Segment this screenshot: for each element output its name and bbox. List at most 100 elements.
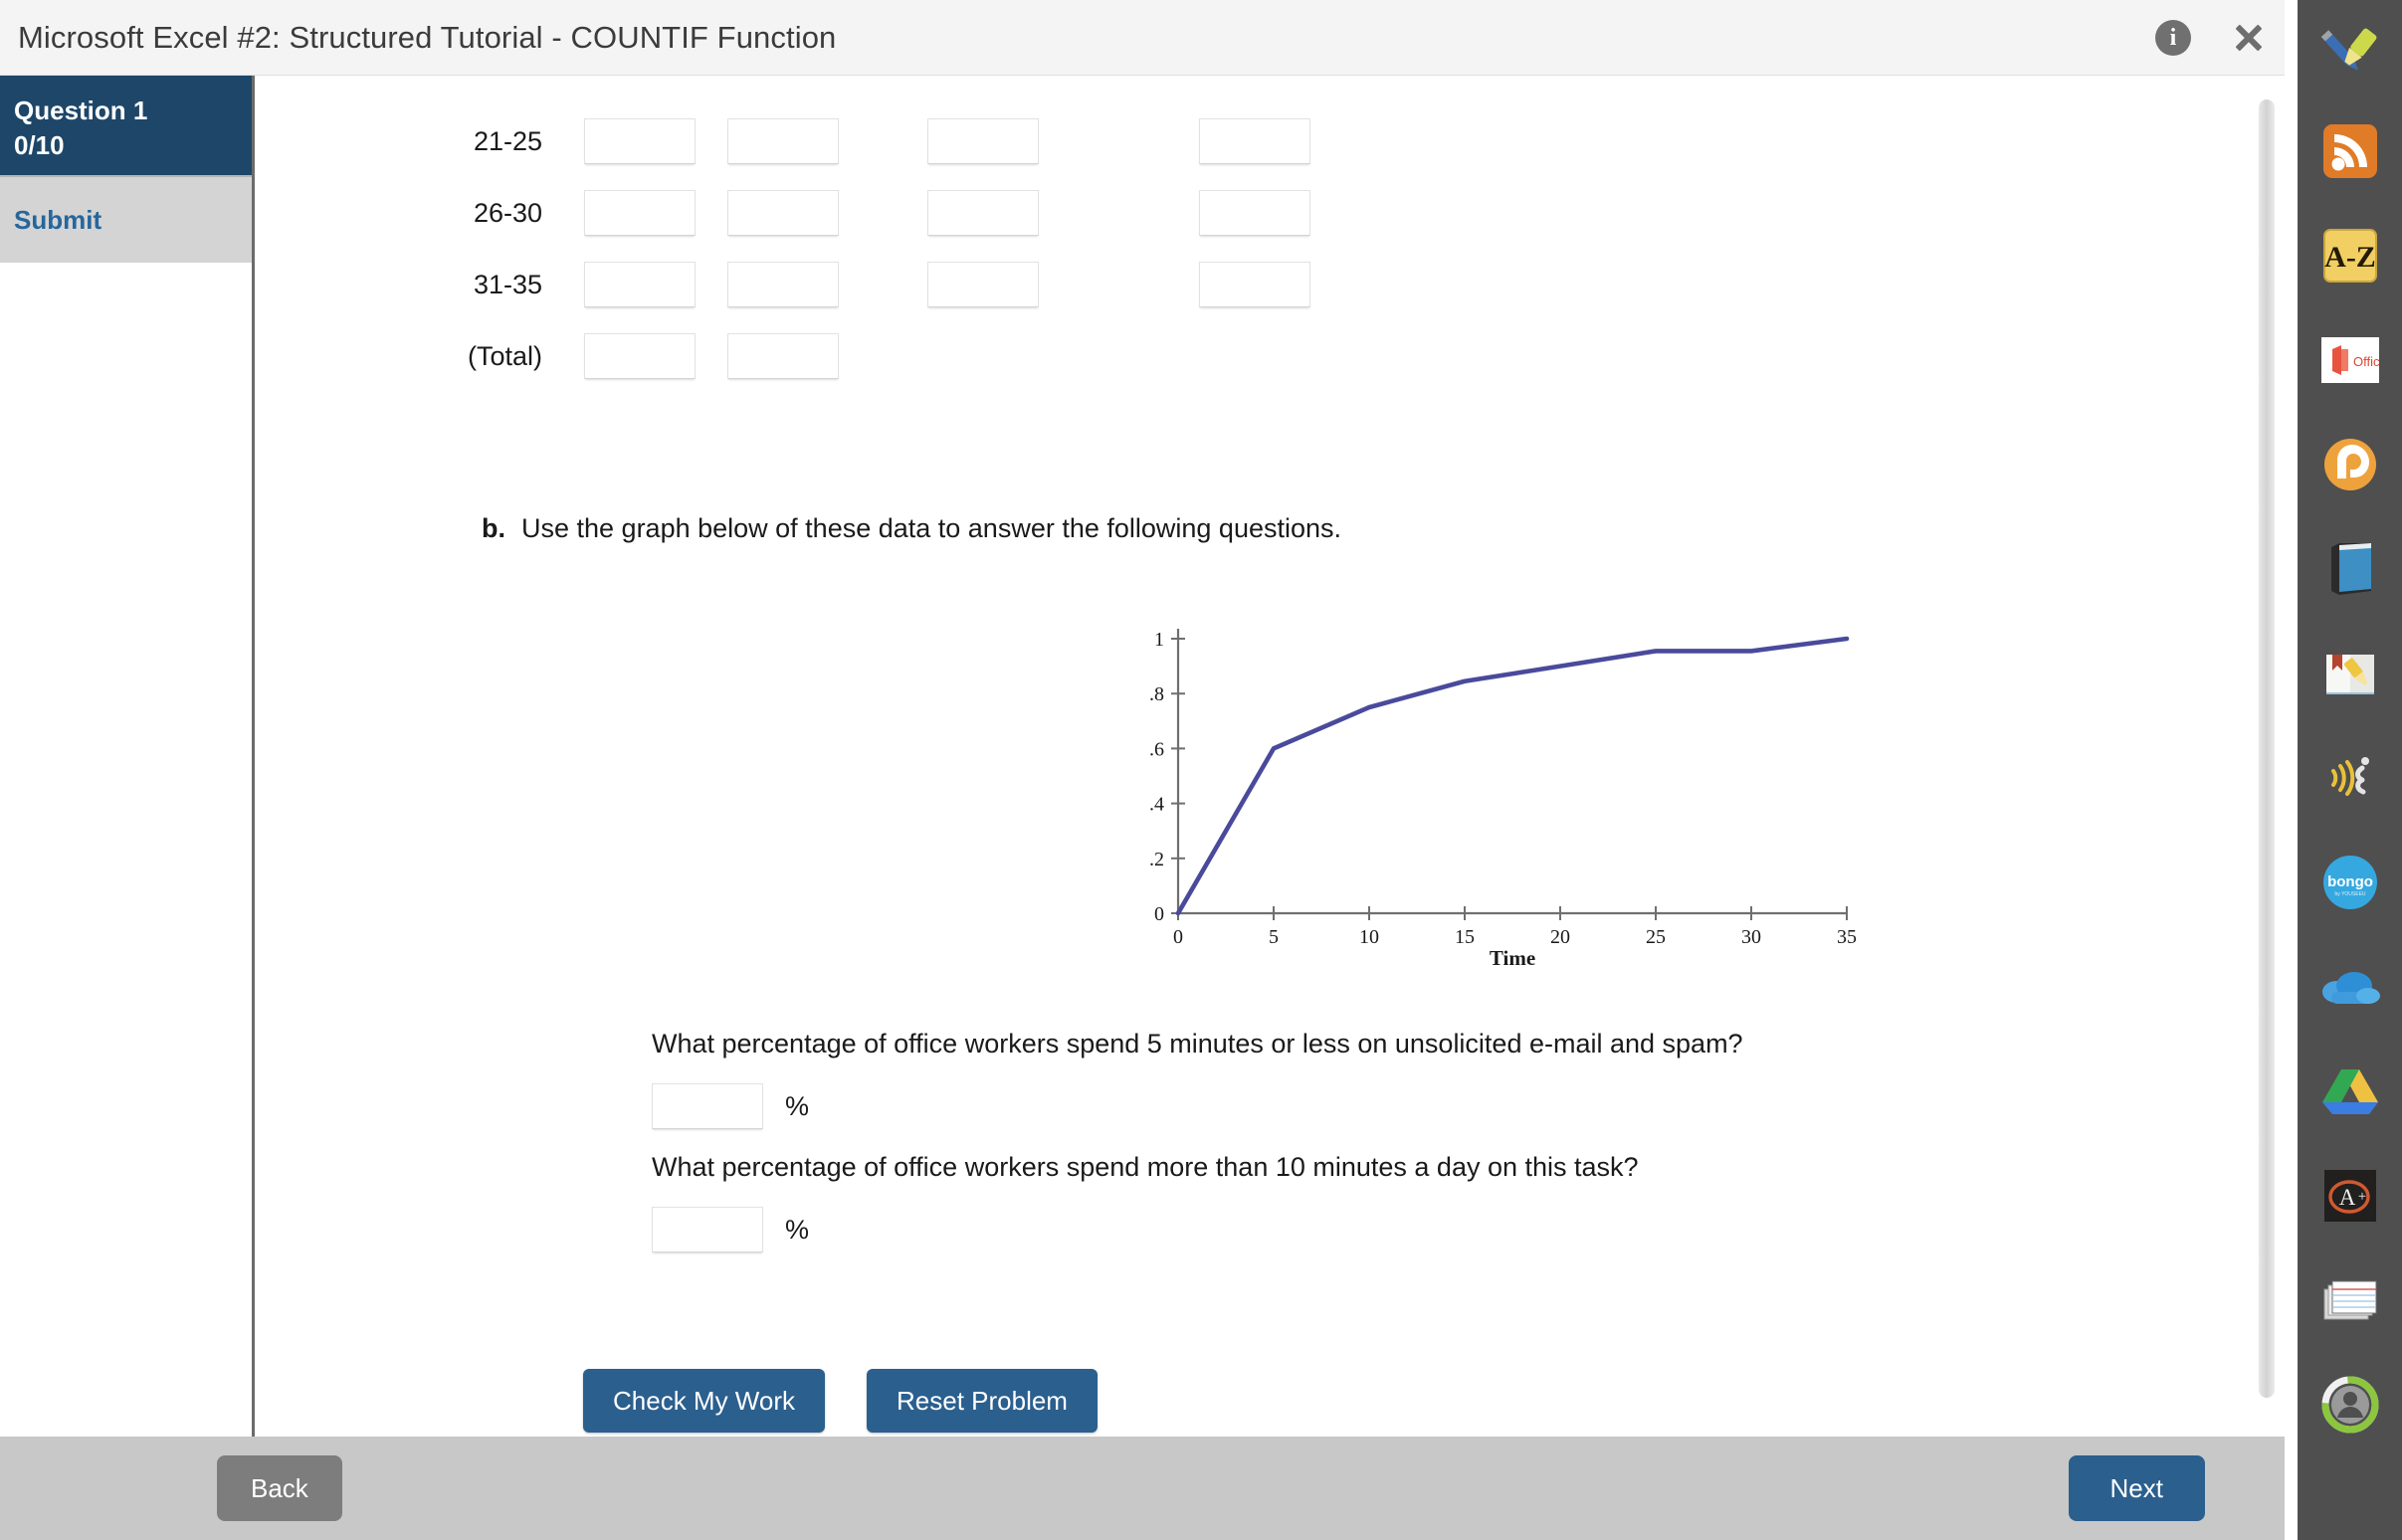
table-input[interactable] [584,190,696,236]
table-input[interactable] [927,118,1039,164]
table-cell [927,118,1039,164]
microsoft-office-icon[interactable]: Office [2317,327,2383,393]
window-body: Question 1 0/10 Submit 21-25 26-30 31-35… [0,76,2285,1437]
table-input[interactable] [727,262,839,307]
user-profile-icon[interactable] [2317,1372,2383,1438]
info-icon[interactable]: i [2155,20,2191,56]
table-input[interactable] [1199,262,1310,307]
table-cell [584,118,696,164]
chart-line-series [1175,636,1850,916]
svg-text:+: + [2357,1189,2365,1205]
frequency-table: 21-25 26-30 31-35 (Total) [409,105,1310,392]
table-cell [584,262,696,307]
x-tick-label: 10 [1359,926,1379,948]
table-input[interactable] [727,190,839,236]
table-row-total: (Total) [409,320,1310,392]
question-score: 0/10 [14,130,65,161]
orange-circle-app-icon[interactable] [2317,432,2383,497]
question-sidebar: Question 1 0/10 Submit [0,76,255,1437]
x-tick-label: 20 [1550,926,1570,948]
a-z-dictionary-icon[interactable]: A-Z [2317,223,2383,289]
x-tick-label: 0 [1173,926,1183,948]
blue-book-icon[interactable] [2317,536,2383,602]
cumulative-frequency-chart: 0 5 10 15 20 25 30 35 0 0.2 0.4 0.6 0.8 1 Time [1150,615,1887,973]
table-cell [727,118,839,164]
google-drive-icon[interactable] [2317,1059,2383,1124]
chart-svg: 0 5 10 15 20 25 30 35 0 0.2 0.4 0.6 0.8 1 Time [1150,629,1857,970]
pen-highlighter-icon[interactable] [2317,14,2383,80]
reset-problem-button[interactable]: Reset Problem [867,1369,1098,1433]
prompt-b: b. Use the graph below of these data to … [482,513,1341,544]
table-row: 26-30 [409,177,1310,249]
page-title: Microsoft Excel #2: Structured Tutorial … [18,19,837,55]
rss-feed-icon[interactable] [2317,118,2383,184]
question-1-input[interactable] [652,1083,763,1129]
y-axis-ticks: 0 0.2 0.4 0.6 0.8 1 [1150,629,1185,925]
table-cell [1199,262,1310,307]
back-button[interactable]: Back [217,1455,342,1521]
table-cell [927,190,1039,236]
row-label: (Total) [467,340,542,371]
tutorial-window: Microsoft Excel #2: Structured Tutorial … [0,0,2285,1540]
question-2-answer-row: % [652,1207,809,1252]
table-input[interactable] [727,333,839,379]
bookmark-highlighter-icon[interactable] [2317,641,2383,706]
x-tick-label: 25 [1646,926,1666,948]
table-cell [1199,118,1310,164]
table-input[interactable] [584,333,696,379]
submit-link[interactable]: Submit [14,205,101,236]
row-label: 26-30 [473,197,542,228]
scrollbar-thumb[interactable] [2259,99,2275,1398]
question-2-input[interactable] [652,1207,763,1252]
table-input[interactable] [1199,190,1310,236]
table-input[interactable] [584,118,696,164]
text-to-speech-icon[interactable] [2317,745,2383,811]
y-tick-label: 0.4 [1150,794,1164,816]
table-cell [727,190,839,236]
prompt-marker: b. [482,513,505,543]
svg-text:bongo: bongo [2327,873,2373,890]
prompt-text: Use the graph below of these data to ans… [521,513,1342,543]
x-axis-label: Time [1490,946,1535,970]
question-content: 21-25 26-30 31-35 (Total) b. Use the gra… [255,76,2285,1437]
next-button[interactable]: Next [2068,1455,2205,1521]
table-cell [727,262,839,307]
question-1-answer-row: % [652,1083,809,1129]
x-tick-label: 5 [1269,926,1279,948]
svg-text:A-Z: A-Z [2324,241,2376,274]
tools-rail: A-Z Office [2298,0,2402,1540]
a-plus-grading-icon[interactable]: A + [2317,1163,2383,1229]
table-input[interactable] [1199,118,1310,164]
close-icon[interactable] [2231,20,2267,56]
index-cards-icon[interactable] [2317,1267,2383,1333]
table-input[interactable] [927,190,1039,236]
question-1-text: What percentage of office workers spend … [652,1029,1743,1059]
table-cell [584,333,696,379]
row-label: 21-25 [473,125,542,156]
table-input[interactable] [727,118,839,164]
y-tick-label: 1 [1154,629,1164,651]
application-root: Microsoft Excel #2: Structured Tutorial … [0,0,2402,1540]
table-cell [727,333,839,379]
question-2-text: What percentage of office workers spend … [652,1152,1639,1182]
y-tick-label: 0.6 [1150,738,1164,760]
y-tick-label: 0 [1154,903,1164,925]
submit-block[interactable]: Submit [0,175,252,263]
onedrive-cloud-icon[interactable] [2317,954,2383,1020]
navigation-footer: Back Next [0,1437,2285,1540]
bongo-icon[interactable]: bongo by YOUSEEU [2317,850,2383,915]
y-tick-label: 0.8 [1150,683,1164,705]
table-row: 31-35 [409,249,1310,320]
table-input[interactable] [927,262,1039,307]
table-input[interactable] [584,262,696,307]
table-row: 21-25 [409,105,1310,177]
titlebar-actions: i [2155,0,2267,76]
x-tick-label: 15 [1455,926,1475,948]
x-tick-label: 35 [1837,926,1857,948]
table-cell [1199,190,1310,236]
percent-unit: % [785,1214,810,1245]
svg-text:Office: Office [2353,354,2379,369]
percent-unit: % [785,1090,810,1121]
check-my-work-button[interactable]: Check My Work [583,1369,825,1433]
question-label: Question 1 [14,96,148,125]
